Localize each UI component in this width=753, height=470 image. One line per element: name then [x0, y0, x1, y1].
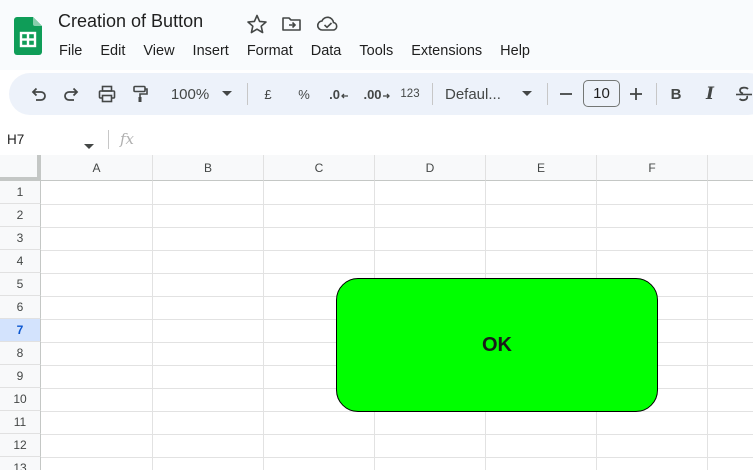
menu-edit[interactable]: Edit	[91, 41, 134, 61]
column-header-g[interactable]	[708, 155, 753, 181]
menu-insert[interactable]: Insert	[184, 41, 238, 61]
grid-line	[41, 434, 753, 435]
currency-format-button[interactable]: £	[257, 73, 279, 115]
ok-drawing-button[interactable]: OK	[336, 278, 658, 412]
row-header-2[interactable]: 2	[0, 204, 41, 227]
grid-line	[41, 227, 753, 228]
paint-format-icon[interactable]	[127, 73, 153, 115]
row-header-7[interactable]: 7	[0, 319, 41, 342]
menu-bar: File Edit View Insert Format Data Tools …	[50, 41, 539, 61]
fx-icon: fx	[120, 130, 135, 148]
cloud-saved-icon[interactable]	[316, 14, 338, 34]
row-header-8[interactable]: 8	[0, 342, 41, 365]
toolbar: 100% £ % .0 .00 123 Defaul... 10 B I	[9, 73, 753, 115]
decrease-decimal-button[interactable]: .0	[325, 73, 353, 115]
ok-button-label: OK	[482, 333, 512, 356]
column-header-d[interactable]: D	[375, 155, 486, 181]
zoom-dropdown-icon[interactable]	[219, 73, 235, 115]
font-dropdown-icon[interactable]	[519, 73, 535, 115]
column-header-a[interactable]: A	[41, 155, 153, 181]
grid-line	[41, 204, 753, 205]
undo-icon[interactable]	[25, 73, 51, 115]
column-header-c[interactable]: C	[264, 155, 375, 181]
document-title[interactable]: Creation of Button	[58, 11, 203, 32]
decrease-decimal-label: .0	[329, 86, 340, 102]
redo-icon[interactable]	[59, 73, 85, 115]
row-header-9[interactable]: 9	[0, 365, 41, 388]
row-header-11[interactable]: 11	[0, 411, 41, 434]
toolbar-divider	[547, 83, 548, 105]
select-all-corner[interactable]	[0, 155, 41, 181]
name-box[interactable]: H7	[7, 124, 24, 155]
formula-input[interactable]	[150, 124, 740, 155]
strikethrough-icon[interactable]	[733, 73, 753, 115]
zoom-select[interactable]: 100%	[167, 73, 213, 115]
font-size-input[interactable]: 10	[583, 80, 620, 107]
arrow-right-icon	[382, 93, 390, 99]
menu-extensions[interactable]: Extensions	[402, 41, 491, 61]
grid-line	[152, 181, 153, 470]
name-box-dropdown-icon[interactable]	[84, 137, 94, 155]
increase-decimal-label: .00	[363, 86, 382, 102]
grid-line	[41, 457, 753, 458]
percent-format-button[interactable]: %	[293, 73, 315, 115]
menu-format[interactable]: Format	[238, 41, 302, 61]
row-header-3[interactable]: 3	[0, 227, 41, 250]
column-header-e[interactable]: E	[486, 155, 597, 181]
column-header-f[interactable]: F	[597, 155, 708, 181]
row-header-12[interactable]: 12	[0, 434, 41, 457]
row-header-13[interactable]: 13	[0, 457, 41, 470]
menu-file[interactable]: File	[50, 41, 91, 61]
row-header-6[interactable]: 6	[0, 296, 41, 319]
italic-button[interactable]: I	[699, 73, 721, 115]
grid-line	[41, 273, 753, 274]
grid-line	[41, 250, 753, 251]
row-header-4[interactable]: 4	[0, 250, 41, 273]
decrease-font-size-icon[interactable]	[557, 73, 575, 115]
toolbar-divider	[247, 83, 248, 105]
menu-tools[interactable]: Tools	[350, 41, 402, 61]
menu-help[interactable]: Help	[491, 41, 539, 61]
formula-bar: H7 fx	[0, 124, 753, 155]
formula-bar-divider	[108, 130, 109, 149]
print-icon[interactable]	[94, 73, 120, 115]
grid-line	[707, 181, 708, 470]
bold-button[interactable]: B	[665, 73, 687, 115]
app-header: Creation of Button File Edit View Insert…	[0, 0, 753, 70]
sheets-logo-icon[interactable]	[14, 17, 42, 60]
row-header-10[interactable]: 10	[0, 388, 41, 411]
row-header-1[interactable]: 1	[0, 181, 41, 204]
more-formats-button[interactable]: 123	[397, 73, 423, 115]
menu-data[interactable]: Data	[302, 41, 351, 61]
menu-view[interactable]: View	[134, 41, 183, 61]
font-family-select[interactable]: Defaul...	[445, 73, 509, 115]
increase-font-size-icon[interactable]	[627, 73, 645, 115]
move-to-folder-icon[interactable]	[281, 14, 303, 34]
arrow-left-icon	[341, 93, 348, 99]
toolbar-divider	[432, 83, 433, 105]
grid-line	[263, 181, 264, 470]
star-icon[interactable]	[246, 14, 268, 34]
increase-decimal-button[interactable]: .00	[362, 73, 392, 115]
column-header-b[interactable]: B	[153, 155, 264, 181]
row-header-5[interactable]: 5	[0, 273, 41, 296]
toolbar-divider	[656, 83, 657, 105]
